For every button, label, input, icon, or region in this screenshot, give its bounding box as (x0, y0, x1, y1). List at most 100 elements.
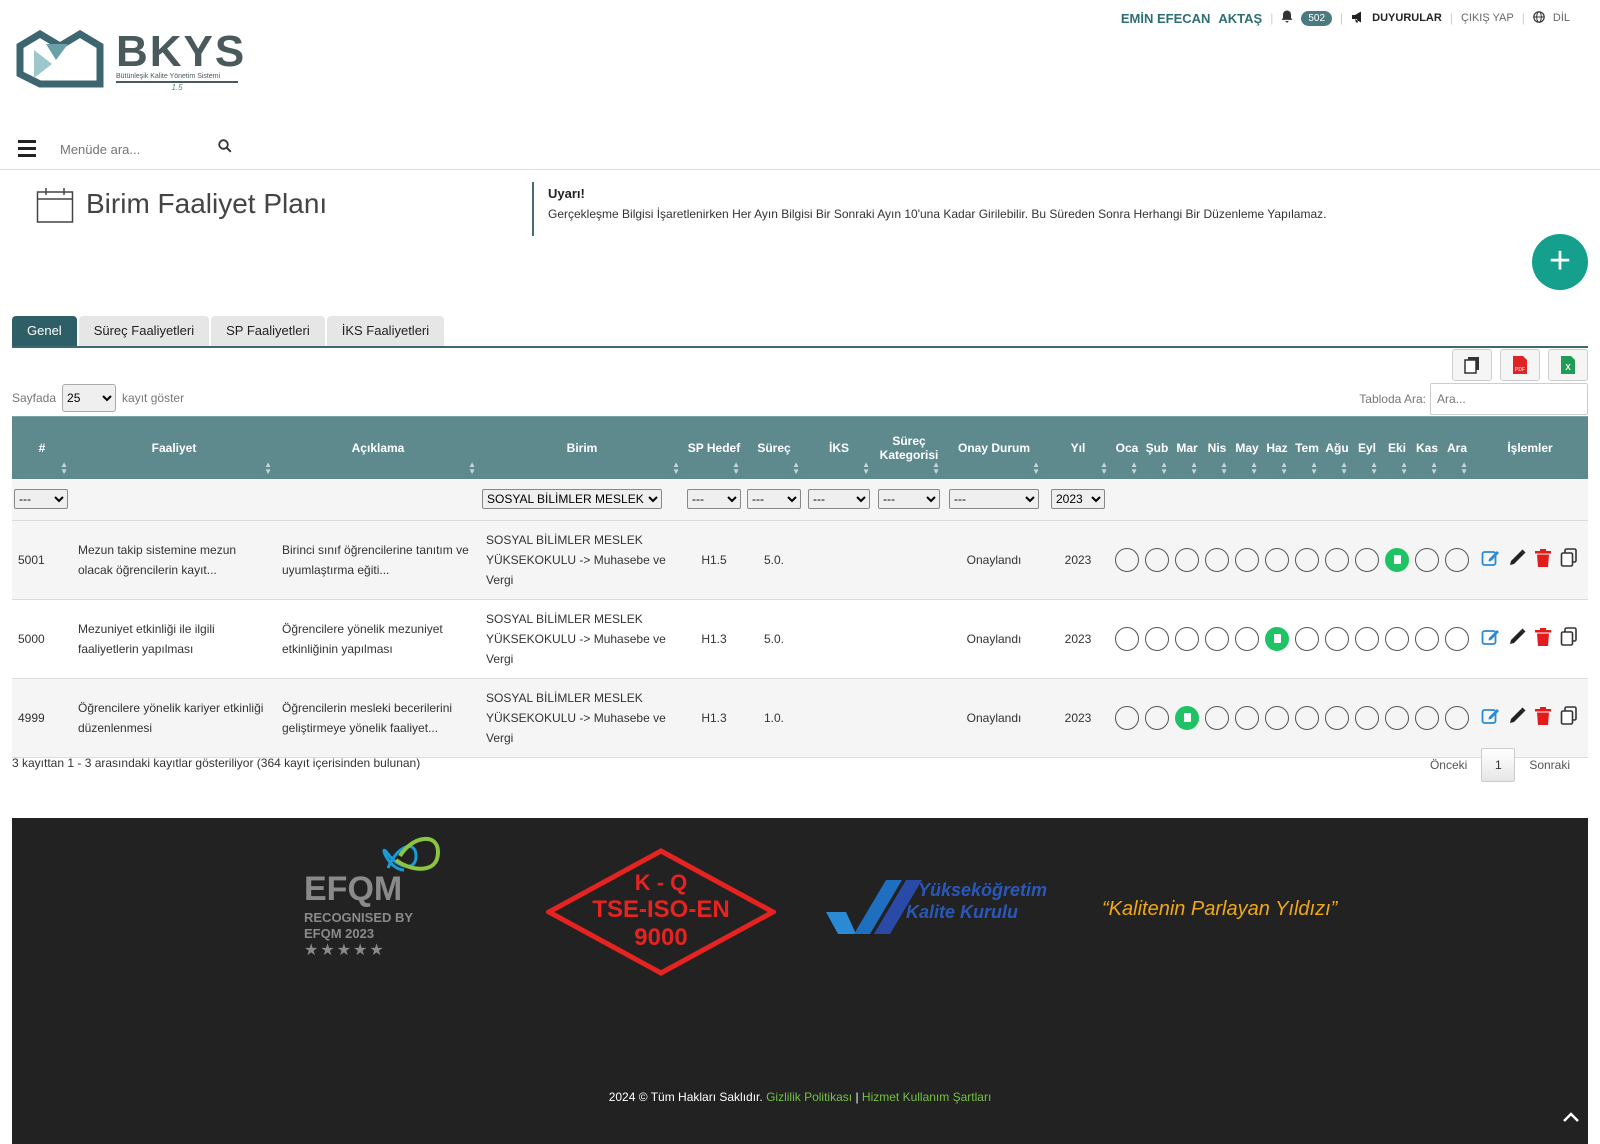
user-name-last[interactable]: AKTAŞ (1218, 11, 1262, 26)
col-surec-kategorisi[interactable]: Süreç Kategorisi ▲ ▼ (874, 416, 944, 479)
month-empty-toggle[interactable] (1325, 706, 1349, 730)
language-link[interactable]: DİL (1553, 12, 1570, 24)
table-row[interactable]: 5001 Mezun takip sistemine mezun olacak ö… (12, 520, 1588, 600)
month-empty-toggle[interactable] (1235, 548, 1259, 572)
tab-2[interactable]: SP Faaliyetleri (211, 316, 325, 346)
month-done-icon[interactable] (1175, 706, 1199, 730)
month-empty-toggle[interactable] (1445, 548, 1469, 572)
edit-icon[interactable] (1479, 706, 1503, 730)
excel-export-button[interactable]: X (1548, 349, 1588, 381)
table-search-input[interactable] (1430, 383, 1588, 415)
col-faaliyet[interactable]: Faaliyet ▲ ▼ (72, 416, 276, 479)
month-empty-toggle[interactable] (1355, 548, 1379, 572)
month-empty-toggle[interactable] (1325, 627, 1349, 651)
col-month-7[interactable]: Ağu ▲ ▼ (1322, 416, 1352, 479)
month-empty-toggle[interactable] (1445, 627, 1469, 651)
col-month-10[interactable]: Kas ▲ ▼ (1412, 416, 1442, 479)
month-empty-toggle[interactable] (1445, 706, 1469, 730)
scroll-to-top-icon[interactable] (1562, 1107, 1580, 1128)
filter-sp-hedef-select[interactable]: --- (687, 489, 741, 510)
month-empty-toggle[interactable] (1205, 548, 1229, 572)
col-yil[interactable]: Yıl ▲ ▼ (1044, 416, 1112, 479)
pager-page-1[interactable]: 1 (1481, 748, 1516, 782)
col-month-2[interactable]: Mar ▲ ▼ (1172, 416, 1202, 479)
col-month-11[interactable]: Ara ▲ ▼ (1442, 416, 1472, 479)
filter-surec-select[interactable]: --- (747, 489, 801, 510)
month-empty-toggle[interactable] (1145, 706, 1169, 730)
month-empty-toggle[interactable] (1115, 627, 1139, 651)
globe-icon[interactable] (1533, 10, 1545, 26)
month-empty-toggle[interactable] (1115, 548, 1139, 572)
add-activity-button[interactable]: + (1532, 234, 1588, 290)
month-empty-toggle[interactable] (1235, 627, 1259, 651)
col-sp-hedef[interactable]: SP Hedef ▲ ▼ (684, 416, 744, 479)
month-empty-toggle[interactable] (1115, 706, 1139, 730)
search-icon[interactable] (218, 139, 232, 156)
col-month-4[interactable]: May ▲ ▼ (1232, 416, 1262, 479)
trash-icon[interactable] (1531, 706, 1555, 730)
col-iks[interactable]: İKS ▲ ▼ (804, 416, 874, 479)
tab-0[interactable]: Genel (12, 316, 77, 346)
month-empty-toggle[interactable] (1415, 548, 1439, 572)
duplicate-icon[interactable] (1557, 706, 1581, 730)
col-month-1[interactable]: Şub ▲ ▼ (1142, 416, 1172, 479)
month-empty-toggle[interactable] (1205, 706, 1229, 730)
notification-badge[interactable]: 502 (1301, 10, 1333, 26)
pencil-icon[interactable] (1505, 627, 1529, 651)
filter-iks-select[interactable]: --- (808, 489, 870, 510)
duplicate-icon[interactable] (1557, 548, 1581, 572)
month-empty-toggle[interactable] (1415, 706, 1439, 730)
col-id[interactable]: # ▲ ▼ (12, 416, 72, 479)
tab-3[interactable]: İKS Faaliyetleri (326, 316, 445, 346)
month-empty-toggle[interactable] (1355, 627, 1379, 651)
pdf-export-button[interactable]: PDF (1500, 349, 1540, 381)
filter-yil-select[interactable]: 2023 (1051, 489, 1105, 510)
filter-surec-kat-select[interactable]: --- (878, 489, 940, 510)
month-empty-toggle[interactable] (1205, 627, 1229, 651)
col-birim[interactable]: Birim ▲ ▼ (480, 416, 684, 479)
month-empty-toggle[interactable] (1295, 548, 1319, 572)
month-done-icon[interactable] (1265, 627, 1289, 651)
month-empty-toggle[interactable] (1295, 706, 1319, 730)
month-empty-toggle[interactable] (1385, 627, 1409, 651)
col-month-3[interactable]: Nis ▲ ▼ (1202, 416, 1232, 479)
month-empty-toggle[interactable] (1145, 627, 1169, 651)
duplicate-icon[interactable] (1557, 627, 1581, 651)
copy-button[interactable] (1452, 349, 1492, 381)
pager-prev[interactable]: Önceki (1430, 758, 1467, 772)
user-name-first[interactable]: EMİN EFECAN (1121, 11, 1211, 26)
table-row[interactable]: 5000 Mezuniyet etkinliği ile ilgili faali… (12, 599, 1588, 679)
announcements-link[interactable]: DUYURULAR (1372, 12, 1442, 24)
bkys-logo[interactable]: BKYS Bütünleşik Kalite Yönetim Sistemi 1… (16, 30, 246, 94)
month-empty-toggle[interactable] (1235, 706, 1259, 730)
month-empty-toggle[interactable] (1355, 706, 1379, 730)
hamburger-menu-icon[interactable] (18, 140, 36, 157)
filter-id-select[interactable]: --- (14, 489, 68, 510)
menu-search-input[interactable] (52, 136, 242, 162)
month-done-icon[interactable] (1385, 548, 1409, 572)
logout-link[interactable]: ÇIKIŞ YAP (1461, 12, 1514, 24)
col-onay-durum[interactable]: Onay Durum ▲ ▼ (944, 416, 1044, 479)
month-empty-toggle[interactable] (1265, 548, 1289, 572)
filter-onay-select[interactable]: --- (949, 489, 1039, 510)
page-length-select[interactable]: 25 (62, 384, 117, 412)
col-month-6[interactable]: Tem ▲ ▼ (1292, 416, 1322, 479)
edit-icon[interactable] (1479, 548, 1503, 572)
month-empty-toggle[interactable] (1145, 548, 1169, 572)
pager-next[interactable]: Sonraki (1529, 758, 1570, 772)
bell-icon[interactable] (1281, 10, 1293, 26)
col-month-0[interactable]: Oca ▲ ▼ (1112, 416, 1142, 479)
month-empty-toggle[interactable] (1415, 627, 1439, 651)
edit-icon[interactable] (1479, 627, 1503, 651)
col-surec[interactable]: Süreç ▲ ▼ (744, 416, 804, 479)
trash-icon[interactable] (1531, 627, 1555, 651)
pencil-icon[interactable] (1505, 548, 1529, 572)
privacy-policy-link[interactable]: Gizlilik Politikası (766, 1090, 852, 1104)
terms-link[interactable]: Hizmet Kullanım Şartları (862, 1090, 991, 1104)
month-empty-toggle[interactable] (1175, 627, 1199, 651)
filter-birim-select[interactable]: SOSYAL BİLİMLER MESLEK YÜKSEKOKULU (482, 489, 662, 510)
col-month-5[interactable]: Haz ▲ ▼ (1262, 416, 1292, 479)
megaphone-icon[interactable] (1351, 11, 1364, 26)
month-empty-toggle[interactable] (1385, 706, 1409, 730)
month-empty-toggle[interactable] (1295, 627, 1319, 651)
